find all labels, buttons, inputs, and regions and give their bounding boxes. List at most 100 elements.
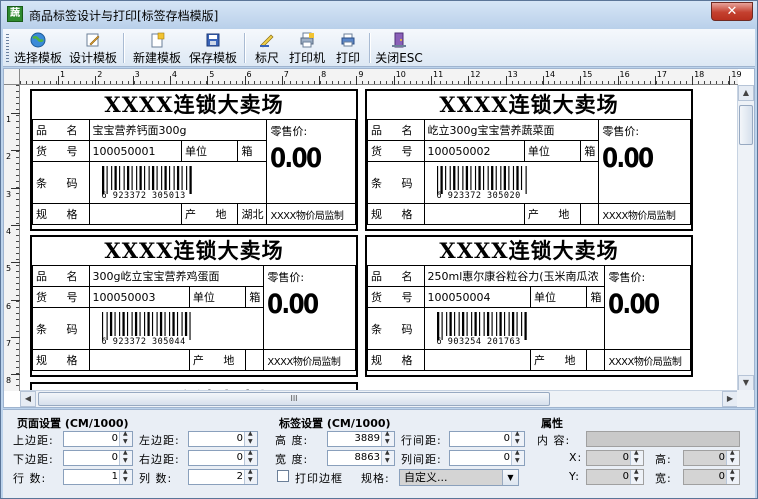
price-bureau-note[interactable]: XXXX物价局监制	[598, 203, 691, 225]
label-store-name[interactable]: XXXX连锁大卖场	[367, 91, 691, 119]
unit-key[interactable]: 单位	[180, 140, 239, 162]
row-gap-input[interactable]: 0	[449, 430, 525, 447]
label-store-name[interactable]: XXXX连锁大卖场	[32, 91, 356, 119]
barcode-key[interactable]: 条 码	[367, 161, 425, 204]
spec-key[interactable]: 规 格	[32, 349, 90, 371]
origin-key[interactable]: 产 地	[529, 349, 588, 371]
unit-key[interactable]: 单位	[523, 140, 582, 162]
rows-input[interactable]: 1	[63, 468, 133, 485]
scroll-left-arrow[interactable]: ◀	[20, 391, 36, 407]
close-window-button[interactable]: ✕	[711, 2, 753, 21]
spin-arrows[interactable]	[726, 468, 739, 484]
spec-key[interactable]: 规 格	[367, 203, 425, 225]
barcode-cell[interactable]: 6 903254 201763	[423, 307, 606, 350]
product-label[interactable]: XXXX连锁大卖场 品 名 250ml惠尔康谷粒谷力(玉米南瓜浓 零售价: 0.…	[365, 235, 693, 377]
spin-arrows[interactable]	[630, 468, 643, 484]
origin-value[interactable]	[580, 203, 600, 225]
bottom-margin-input[interactable]: 0	[63, 449, 133, 466]
price-bureau-note[interactable]: XXXX物价局监制	[604, 349, 691, 371]
spec-value[interactable]	[88, 203, 182, 225]
unit-key[interactable]: 单位	[529, 286, 588, 308]
product-code[interactable]: 100050003	[88, 286, 190, 308]
label-store-name[interactable]: XXXX连锁大卖场	[367, 237, 691, 265]
barcode-cell[interactable]: 6 923372 305013	[88, 161, 268, 204]
spin-arrows[interactable]	[244, 430, 257, 446]
product-label[interactable]: XXXX连锁大卖场 品 名 300g屹立宝宝营养鸡蛋面 零售价: 0.00 货 …	[30, 235, 358, 377]
scroll-up-arrow[interactable]: ▲	[738, 85, 754, 101]
code-key[interactable]: 货 号	[32, 140, 90, 162]
spin-arrows[interactable]	[381, 449, 394, 465]
print-button[interactable]: 打印	[333, 31, 363, 65]
right-margin-input[interactable]: 0	[188, 449, 258, 466]
toolbar-grip[interactable]	[6, 34, 9, 62]
product-label[interactable]: XXXX连锁大卖场 品 名 宝宝营养钙面300g 零售价: 0.00 货 号 1…	[30, 89, 358, 231]
unit-value[interactable]: 箱	[237, 140, 268, 162]
product-code[interactable]: 100050001	[88, 140, 182, 162]
product-name[interactable]: 250ml惠尔康谷粒谷力(玉米南瓜浓	[423, 265, 606, 287]
origin-key[interactable]: 产 地	[188, 349, 247, 371]
label-store-name[interactable]: XXXX连锁大卖场	[32, 237, 356, 265]
vertical-scroll-thumb[interactable]	[739, 105, 753, 145]
save-template-button[interactable]: 保存模板	[187, 31, 239, 65]
label-height-input[interactable]: 3889	[327, 430, 395, 447]
horizontal-scrollbar[interactable]: ◀ III ▶	[20, 390, 738, 407]
price-cell[interactable]: 零售价: 0.00	[266, 119, 356, 204]
left-margin-input[interactable]: 0	[188, 430, 258, 447]
origin-value[interactable]: 湖北	[237, 203, 268, 225]
chevron-down-icon[interactable]: ▼	[502, 470, 518, 485]
unit-value[interactable]: 箱	[586, 286, 606, 308]
code-key[interactable]: 货 号	[367, 140, 425, 162]
barcode-key[interactable]: 条 码	[32, 161, 90, 204]
spin-arrows[interactable]	[119, 468, 132, 484]
content-input[interactable]	[586, 431, 740, 447]
unit-key[interactable]: 单位	[188, 286, 247, 308]
spin-arrows[interactable]	[244, 449, 257, 465]
label-width-input[interactable]: 8863	[327, 449, 395, 466]
code-key[interactable]: 货 号	[367, 286, 425, 308]
vertical-scrollbar[interactable]: ▲ ▼	[737, 85, 754, 391]
price-bureau-note[interactable]: XXXX物价局监制	[266, 203, 356, 225]
barcode-key[interactable]: 条 码	[32, 307, 90, 350]
spin-arrows[interactable]	[511, 430, 524, 446]
name-key[interactable]: 品 名	[367, 119, 425, 141]
price-bureau-note[interactable]: XXXX物价局监制	[263, 349, 356, 371]
scroll-right-arrow[interactable]: ▶	[722, 391, 738, 407]
top-margin-input[interactable]: 0	[63, 430, 133, 447]
origin-key[interactable]: 产 地	[523, 203, 582, 225]
unit-value[interactable]: 箱	[245, 286, 265, 308]
w-input[interactable]: 0	[683, 468, 740, 485]
close-esc-button[interactable]: 关闭ESC	[375, 31, 423, 65]
new-template-button[interactable]: 新建模板	[131, 31, 183, 65]
spec-key[interactable]: 规 格	[32, 203, 90, 225]
ruler-button[interactable]: 标尺	[251, 31, 283, 65]
spin-arrows[interactable]	[726, 449, 739, 465]
name-key[interactable]: 品 名	[32, 265, 90, 287]
product-name[interactable]: 屹立300g宝宝营养蔬菜面	[423, 119, 600, 141]
name-key[interactable]: 品 名	[32, 119, 90, 141]
price-cell[interactable]: 零售价: 0.00	[598, 119, 691, 204]
product-name[interactable]: 300g屹立宝宝营养鸡蛋面	[88, 265, 265, 287]
spec-value[interactable]	[423, 349, 531, 371]
barcode-cell[interactable]: 6 923372 305020	[423, 161, 600, 204]
name-key[interactable]: 品 名	[367, 265, 425, 287]
price-cell[interactable]: 零售价: 0.00	[263, 265, 356, 350]
x-input[interactable]: 0	[586, 449, 644, 466]
printer-setup-button[interactable]: 打印机	[287, 31, 327, 65]
h-input[interactable]: 0	[683, 449, 740, 466]
unit-value[interactable]: 箱	[580, 140, 600, 162]
col-gap-input[interactable]: 0	[449, 449, 525, 466]
spin-arrows[interactable]	[381, 430, 394, 446]
design-template-button[interactable]: 设计模板	[67, 31, 119, 65]
spin-arrows[interactable]	[244, 468, 257, 484]
spin-arrows[interactable]	[630, 449, 643, 465]
origin-key[interactable]: 产 地	[180, 203, 239, 225]
horizontal-scroll-thumb[interactable]: III	[38, 392, 550, 406]
spec-key[interactable]: 规 格	[367, 349, 425, 371]
origin-value[interactable]	[245, 349, 265, 371]
scroll-down-arrow[interactable]: ▼	[738, 375, 754, 391]
spec-select[interactable]: 自定义... ▼	[399, 469, 519, 486]
spin-arrows[interactable]	[119, 430, 132, 446]
label-canvas[interactable]: XXXX连锁大卖场 品 名 宝宝营养钙面300g 零售价: 0.00 货 号 1…	[21, 86, 737, 391]
origin-value[interactable]	[586, 349, 606, 371]
y-input[interactable]: 0	[586, 468, 644, 485]
